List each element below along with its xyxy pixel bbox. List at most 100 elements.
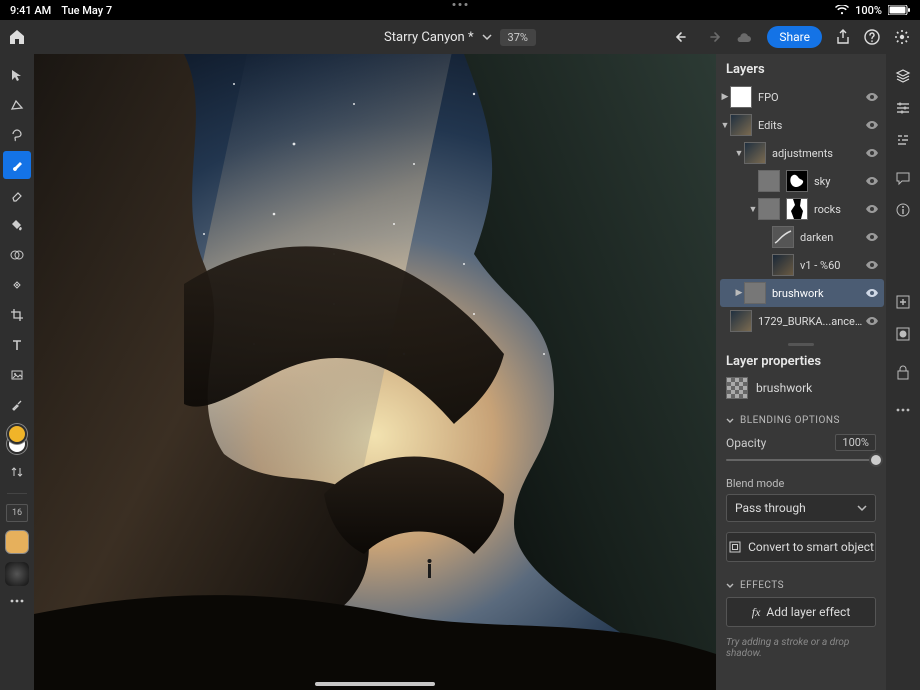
eyedropper-tool[interactable] — [3, 391, 31, 419]
layers-panel-title: Layers — [716, 54, 886, 83]
redo-button[interactable] — [705, 30, 721, 44]
visibility-eye-icon[interactable] — [864, 232, 880, 242]
opacity-value[interactable]: 100% — [835, 434, 876, 451]
ipad-multitask-dots[interactable] — [453, 3, 468, 6]
layer-label: adjustments — [772, 147, 864, 160]
move-tool[interactable] — [3, 61, 31, 89]
undo-button[interactable] — [675, 30, 691, 44]
layer-row[interactable]: darken — [720, 223, 884, 251]
document-title[interactable]: Starry Canyon * — [384, 30, 474, 45]
opacity-slider[interactable] — [726, 451, 876, 469]
disclosure-down-icon[interactable]: ▼ — [748, 204, 758, 215]
layer-row[interactable]: 1729_BURKA...anced-NR33 — [720, 307, 884, 335]
layer-label: rocks — [814, 203, 864, 216]
visibility-eye-icon[interactable] — [864, 176, 880, 186]
swap-colors-button[interactable] — [3, 458, 31, 486]
blend-mode-select[interactable]: Pass through — [726, 494, 876, 522]
status-time: 9:41 AM — [10, 4, 51, 17]
blend-mode-label: Blend mode — [716, 475, 886, 494]
visibility-eye-icon[interactable] — [864, 120, 880, 130]
crop-tool[interactable] — [3, 301, 31, 329]
visibility-eye-icon[interactable] — [864, 204, 880, 214]
layers-icon[interactable] — [889, 62, 917, 90]
layer-row[interactable]: ▼ Edits — [720, 111, 884, 139]
panel-resize-grip[interactable] — [788, 343, 814, 346]
layer-row[interactable]: sky — [720, 167, 884, 195]
tool-rail: 16 — [0, 54, 34, 690]
app-root: 9:41 AM Tue May 7 100% Starry Canyon * 3… — [0, 0, 920, 690]
brush-size-value[interactable]: 16 — [6, 504, 28, 522]
canvas[interactable] — [34, 54, 716, 690]
effects-header[interactable]: EFFECTS — [716, 572, 886, 597]
chevron-down-icon[interactable] — [482, 32, 492, 42]
properties-icon[interactable] — [889, 94, 917, 122]
visibility-eye-icon[interactable] — [864, 92, 880, 102]
disclosure-down-icon[interactable]: ▼ — [734, 148, 744, 159]
layer-label: brushwork — [772, 287, 864, 300]
convert-smart-object-button[interactable]: Convert to smart object — [726, 532, 876, 562]
battery-icon — [888, 5, 910, 15]
place-image-tool[interactable] — [3, 361, 31, 389]
share-button[interactable]: Share — [767, 26, 822, 48]
info-icon[interactable] — [889, 196, 917, 224]
ipad-status-bar: 9:41 AM Tue May 7 100% — [0, 0, 920, 20]
brush-tool[interactable] — [3, 151, 31, 179]
layer-row[interactable]: v1 - %60 — [720, 251, 884, 279]
fx-icon: fx — [752, 605, 761, 620]
smart-object-icon — [728, 540, 742, 554]
blending-options-header[interactable]: BLENDING OPTIONS — [716, 407, 886, 432]
disclosure-right-icon[interactable]: ▶ — [720, 92, 730, 102]
brush-color-preview[interactable] — [5, 530, 29, 554]
brush-tip-preview[interactable] — [5, 562, 29, 586]
chevron-down-icon — [857, 503, 867, 513]
battery-percent: 100% — [855, 4, 882, 17]
more-tools-button[interactable] — [3, 587, 31, 615]
lasso-tool[interactable] — [3, 121, 31, 149]
comments-icon[interactable] — [889, 164, 917, 192]
layer-row[interactable]: ▼ rocks — [720, 195, 884, 223]
mask-icon[interactable] — [889, 320, 917, 348]
right-mini-rail — [886, 54, 920, 690]
layer-label: FPO — [758, 91, 864, 104]
layer-label: Edits — [758, 119, 864, 132]
home-button[interactable] — [0, 28, 34, 46]
layer-label: 1729_BURKA...anced-NR33 — [758, 315, 864, 328]
layer-label: v1 - %60 — [800, 259, 864, 272]
layers-list: ▶ FPO ▼ Edits ▼ adj — [716, 83, 886, 339]
adjustment-tool[interactable] — [3, 241, 31, 269]
add-layer-effect-button[interactable]: fx Add layer effect — [726, 597, 876, 627]
type-tool[interactable] — [3, 331, 31, 359]
visibility-eye-icon[interactable] — [864, 148, 880, 158]
export-icon[interactable] — [836, 29, 850, 45]
adjustments-icon[interactable] — [889, 126, 917, 154]
more-icon[interactable] — [889, 396, 917, 424]
help-icon[interactable] — [864, 29, 880, 45]
app-top-bar: Starry Canyon * 37% Share — [0, 20, 920, 54]
cloud-sync-icon[interactable] — [735, 31, 753, 43]
lock-icon[interactable] — [889, 358, 917, 386]
layer-row[interactable]: ▶ brushwork — [720, 279, 884, 307]
settings-gear-icon[interactable] — [894, 29, 910, 45]
disclosure-down-icon[interactable]: ▼ — [720, 120, 730, 131]
visibility-eye-icon[interactable] — [864, 260, 880, 270]
visibility-eye-icon[interactable] — [864, 288, 880, 298]
wifi-icon — [835, 5, 849, 15]
selected-layer-name: brushwork — [756, 381, 812, 395]
healing-tool[interactable] — [3, 271, 31, 299]
add-layer-icon[interactable] — [889, 288, 917, 316]
tool-divider — [7, 493, 27, 494]
foreground-color-swatch[interactable] — [7, 424, 27, 444]
layer-row[interactable]: ▼ adjustments — [720, 139, 884, 167]
transform-tool[interactable] — [3, 91, 31, 119]
eraser-tool[interactable] — [3, 181, 31, 209]
status-date: Tue May 7 — [61, 4, 112, 17]
visibility-eye-icon[interactable] — [864, 316, 880, 326]
main-area: 16 — [0, 54, 920, 690]
ipad-home-indicator[interactable] — [315, 682, 435, 686]
zoom-level[interactable]: 37% — [500, 29, 536, 46]
fill-tool[interactable] — [3, 211, 31, 239]
layer-properties-title: Layer properties — [716, 348, 886, 375]
right-panel: Layers ▶ FPO ▼ Edits — [716, 54, 886, 690]
disclosure-right-icon[interactable]: ▶ — [734, 288, 744, 298]
layer-row[interactable]: ▶ FPO — [720, 83, 884, 111]
